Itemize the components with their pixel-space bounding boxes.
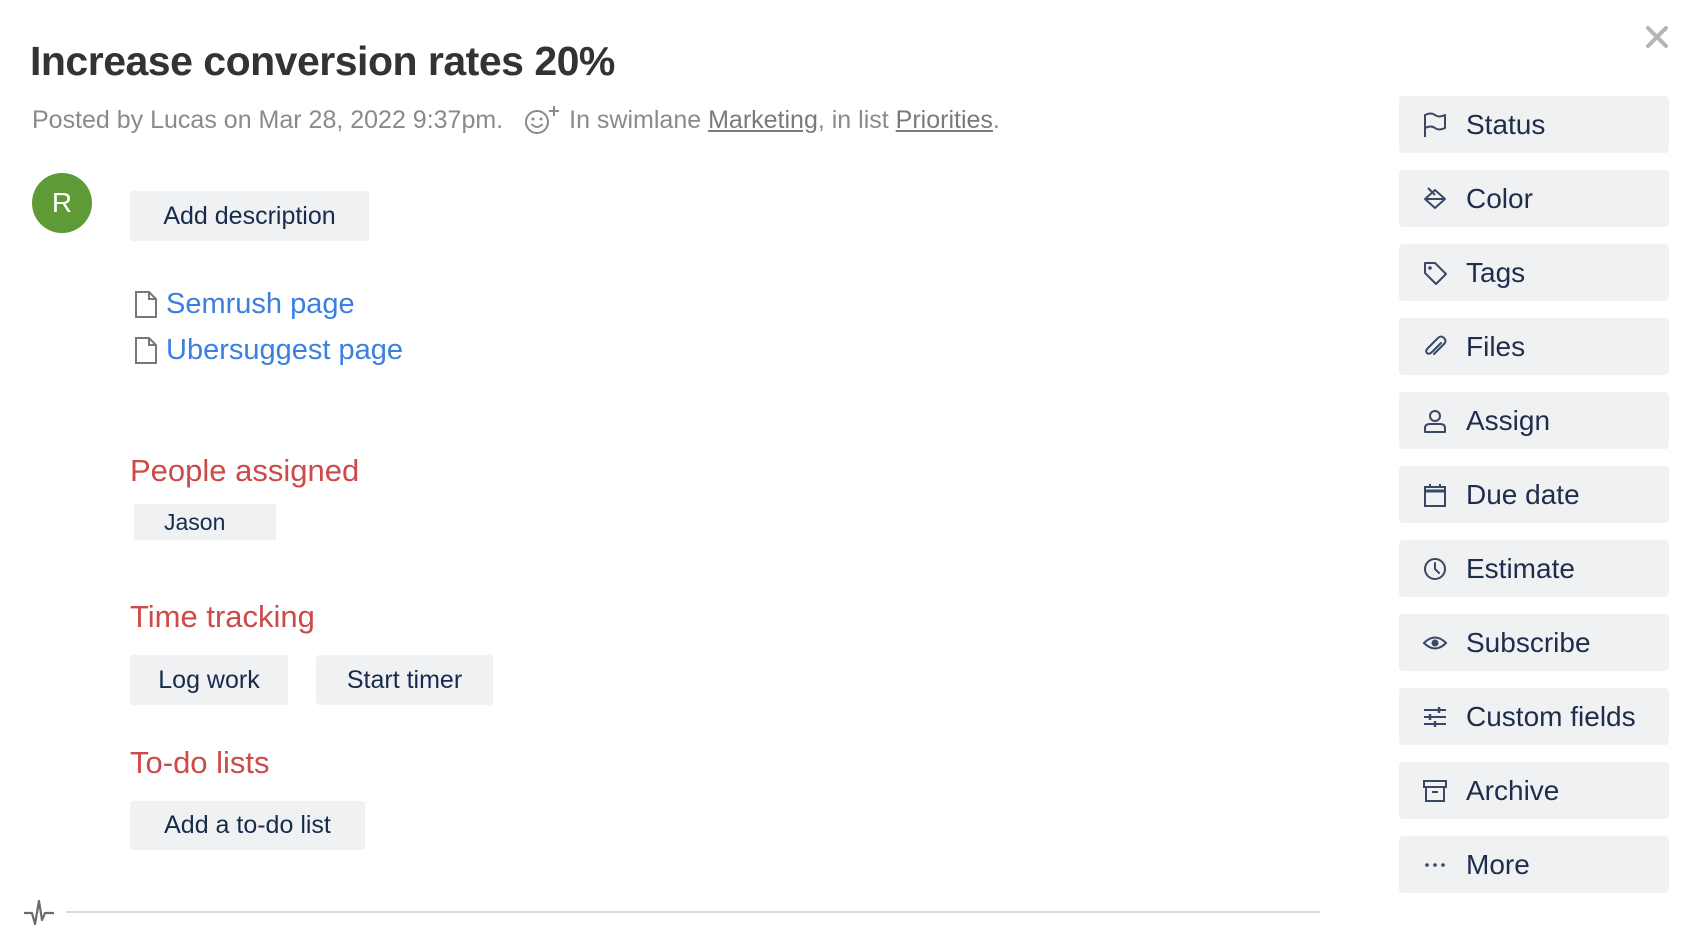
sidebar-item-label: Custom fields — [1466, 700, 1636, 732]
swimlane-link[interactable]: Marketing — [708, 106, 818, 135]
user-icon — [1421, 407, 1449, 435]
in-swimlane-text: In swimlane — [569, 105, 702, 134]
sidebar-item-more[interactable]: More — [1399, 836, 1669, 893]
sidebar-item-label: Tags — [1466, 256, 1526, 288]
file-link-label[interactable]: Ubersuggest page — [166, 334, 403, 367]
sidebar-item-color[interactable]: Color — [1399, 170, 1669, 227]
sidebar-item-label: Archive — [1466, 774, 1560, 806]
activity-pulse-icon — [24, 899, 54, 926]
activity-divider — [66, 911, 1320, 913]
sidebar-item-label: Color — [1466, 182, 1533, 214]
paint-bucket-icon — [1421, 185, 1449, 213]
sidebar-item-files[interactable]: Files — [1399, 318, 1669, 375]
card-meta: Posted by Lucas on Mar 28, 2022 9:37pm. … — [32, 104, 1000, 136]
eye-icon — [1421, 629, 1449, 657]
todo-lists-heading: To-do lists — [130, 745, 270, 780]
time-tracking-heading: Time tracking — [130, 599, 315, 634]
sidebar-item-label: Subscribe — [1466, 626, 1591, 658]
start-timer-button[interactable]: Start timer — [316, 655, 493, 705]
flag-icon — [1421, 111, 1449, 139]
file-link[interactable]: Ubersuggest page — [134, 334, 403, 367]
meta-period: . — [992, 105, 1000, 134]
file-link[interactable]: Semrush page — [134, 288, 355, 321]
sidebar-item-label: Assign — [1466, 404, 1551, 436]
assignee-chip[interactable]: Jason — [134, 504, 276, 540]
add-description-button[interactable]: Add description — [130, 191, 369, 241]
file-icon — [135, 337, 157, 364]
card-title[interactable]: Increase conversion rates 20% — [30, 38, 615, 85]
sidebar-item-subscribe[interactable]: Subscribe — [1399, 614, 1669, 671]
people-assigned-heading: People assigned — [130, 453, 360, 488]
sliders-icon — [1421, 703, 1449, 731]
log-work-button[interactable]: Log work — [130, 655, 288, 705]
sidebar-item-label: Files — [1466, 330, 1526, 362]
more-icon — [1421, 851, 1449, 879]
sidebar-item-custom-fields[interactable]: Custom fields — [1399, 688, 1669, 745]
sidebar-item-due-date[interactable]: Due date — [1399, 466, 1669, 523]
sidebar-item-assign[interactable]: Assign — [1399, 392, 1669, 449]
activity-toggle[interactable] — [22, 898, 56, 933]
archive-icon — [1421, 777, 1449, 805]
avatar[interactable]: R — [32, 173, 92, 233]
close-icon — [1646, 26, 1668, 48]
sidebar-item-tags[interactable]: Tags — [1399, 244, 1669, 301]
calendar-icon — [1421, 481, 1449, 509]
sidebar-item-label: Estimate — [1466, 552, 1575, 584]
sidebar-item-label: More — [1466, 848, 1530, 880]
sidebar-item-label: Due date — [1466, 478, 1580, 510]
paperclip-icon — [1421, 333, 1449, 361]
smiley-plus-icon — [525, 106, 560, 134]
list-link[interactable]: Priorities — [896, 106, 993, 135]
file-icon — [135, 291, 157, 318]
tag-icon — [1421, 259, 1449, 287]
sidebar-item-label: Status — [1466, 108, 1546, 140]
add-todo-list-button[interactable]: Add a to-do list — [130, 801, 365, 850]
posted-info: Posted by Lucas on Mar 28, 2022 9:37pm. — [32, 105, 504, 134]
sidebar-item-estimate[interactable]: Estimate — [1399, 540, 1669, 597]
clock-icon — [1421, 555, 1449, 583]
file-link-label[interactable]: Semrush page — [166, 288, 355, 321]
sidebar-item-status[interactable]: Status — [1399, 96, 1669, 153]
in-list-text: , in list — [817, 105, 889, 134]
close-button[interactable] — [1644, 24, 1670, 50]
sidebar-item-archive[interactable]: Archive — [1399, 762, 1669, 819]
add-reaction-button[interactable] — [523, 104, 561, 136]
